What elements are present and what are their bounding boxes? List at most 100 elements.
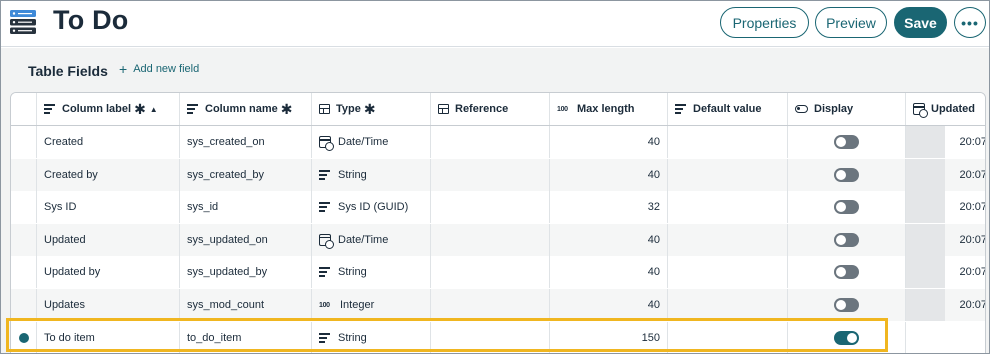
cell-type-text: Integer <box>340 299 375 311</box>
cell-column-name[interactable]: sys_created_by <box>180 158 312 191</box>
cell-column-name[interactable]: sys_mod_count <box>180 289 312 321</box>
cell-type[interactable]: Date/Time <box>312 126 431 158</box>
cell-reference[interactable] <box>431 289 550 321</box>
more-options-button[interactable]: ••• <box>954 7 986 38</box>
text-lines-icon <box>319 267 331 278</box>
table-row[interactable]: Updates sys_mod_count 100 Integer 40 20:07 <box>11 289 985 321</box>
cell-updated: 20:07 <box>906 256 985 289</box>
table-app-icon <box>10 10 36 34</box>
cell-display[interactable] <box>788 158 906 191</box>
row-select-cell[interactable] <box>11 126 37 158</box>
cell-default-value[interactable] <box>668 289 788 321</box>
redacted-date-block <box>906 126 946 158</box>
cell-display[interactable] <box>788 289 906 321</box>
preview-button[interactable]: Preview <box>815 7 887 38</box>
cell-reference[interactable] <box>431 191 550 224</box>
row-select-cell[interactable] <box>11 223 37 256</box>
cell-column-label[interactable]: Created by <box>37 158 180 191</box>
cell-type[interactable]: Date/Time <box>312 223 431 256</box>
sort-ascending-icon[interactable]: ▲ <box>150 105 158 114</box>
cell-default-value[interactable] <box>668 158 788 191</box>
display-toggle[interactable] <box>834 330 859 345</box>
save-button[interactable]: Save <box>894 7 947 38</box>
cell-column-label[interactable]: To do item <box>37 321 180 353</box>
row-select-cell[interactable] <box>11 321 37 353</box>
cell-column-name[interactable]: to_do_item <box>180 321 312 353</box>
row-select-cell[interactable] <box>11 158 37 191</box>
table-row[interactable]: Sys ID sys_id Sys ID (GUID) 32 20:07 <box>11 191 986 224</box>
display-toggle[interactable] <box>834 232 859 247</box>
cell-type-text: String <box>338 168 367 181</box>
cell-column-name[interactable]: sys_updated_on <box>180 223 312 256</box>
column-header-label[interactable]: Column label ✱ ▲ <box>37 93 180 125</box>
cell-reference[interactable] <box>431 126 550 158</box>
cell-column-name[interactable]: sys_created_on <box>180 126 312 158</box>
cell-column-name[interactable]: sys_updated_by <box>180 256 312 289</box>
add-new-field-link[interactable]: + Add new field <box>119 62 199 76</box>
column-header-type[interactable]: Type ✱ <box>312 93 431 125</box>
cell-display[interactable] <box>788 321 906 353</box>
cell-column-label[interactable]: Updates <box>37 289 180 321</box>
row-select-cell[interactable] <box>11 191 37 224</box>
display-toggle[interactable] <box>834 200 859 215</box>
toggle-icon <box>795 105 808 113</box>
table-row[interactable]: Updated by sys_updated_by String 40 20:07 <box>11 256 985 289</box>
display-toggle[interactable] <box>834 298 859 312</box>
cell-type-text: Date/Time <box>338 233 389 246</box>
cell-default-value[interactable] <box>668 321 788 353</box>
cell-max-length[interactable]: 40 <box>550 126 668 158</box>
cell-reference[interactable] <box>431 256 550 289</box>
cell-display[interactable] <box>788 126 906 158</box>
table-row[interactable]: Updated sys_updated_on Date/Time 40 20:07 <box>11 223 985 256</box>
cell-type[interactable]: 100 Integer <box>312 289 431 321</box>
cell-updated-time: 20:07 <box>959 201 986 214</box>
column-header-default-value[interactable]: Default value <box>668 93 788 125</box>
row-select-cell[interactable] <box>11 289 37 321</box>
display-toggle[interactable] <box>834 265 859 280</box>
required-icon: ✱ <box>280 101 293 117</box>
table-row[interactable]: Created by sys_created_by String 40 20:07 <box>11 158 985 191</box>
cell-type[interactable]: Sys ID (GUID) <box>312 191 431 224</box>
cell-updated: 20:07 <box>906 158 985 191</box>
cell-max-length[interactable]: 32 <box>550 191 668 224</box>
cell-reference[interactable] <box>431 321 550 353</box>
cell-display[interactable] <box>788 223 906 256</box>
cell-max-length[interactable]: 40 <box>550 289 668 321</box>
cell-default-value[interactable] <box>668 126 788 158</box>
column-header-max-length[interactable]: 100 Max length <box>550 93 668 125</box>
cell-max-length[interactable]: 40 <box>550 256 668 289</box>
cell-updated <box>906 322 985 353</box>
cell-max-length[interactable]: 40 <box>550 223 668 256</box>
cell-display[interactable] <box>788 191 906 224</box>
section-title: Table Fields <box>28 63 108 79</box>
cell-reference[interactable] <box>431 223 550 256</box>
column-header-updated[interactable]: Updated <box>906 93 985 125</box>
table-row[interactable]: To do item to_do_item String 150 <box>11 321 985 353</box>
column-header-name[interactable]: Column name ✱ <box>180 93 312 125</box>
cell-default-value[interactable] <box>668 223 788 256</box>
cell-default-value[interactable] <box>668 256 788 289</box>
column-header-display[interactable]: Display <box>788 93 906 125</box>
table-row[interactable]: Created sys_created_on Date/Time 40 20:07 <box>11 126 985 158</box>
column-header-reference[interactable]: Reference <box>431 93 550 125</box>
column-header-reference-text: Reference <box>455 103 509 115</box>
cell-type[interactable]: String <box>312 321 431 353</box>
cell-max-length[interactable]: 40 <box>550 158 668 191</box>
cell-default-value[interactable] <box>668 191 788 224</box>
cell-column-label[interactable]: Updated by <box>37 256 180 289</box>
cell-type[interactable]: String <box>312 256 431 289</box>
cell-column-label[interactable]: Updated <box>37 223 180 256</box>
cell-column-label[interactable]: Created <box>37 126 180 158</box>
display-toggle[interactable] <box>834 135 859 149</box>
row-select-cell[interactable] <box>11 256 37 289</box>
display-toggle[interactable] <box>834 167 859 182</box>
cell-updated: 20:07 <box>906 289 985 321</box>
cell-max-length[interactable]: 150 <box>550 321 668 353</box>
cell-type[interactable]: String <box>312 158 431 191</box>
column-header-label-text: Column label <box>62 103 132 115</box>
cell-display[interactable] <box>788 256 906 289</box>
cell-column-label[interactable]: Sys ID <box>37 191 180 224</box>
cell-reference[interactable] <box>431 158 550 191</box>
properties-button[interactable]: Properties <box>720 7 809 38</box>
cell-column-name[interactable]: sys_id <box>180 191 312 224</box>
